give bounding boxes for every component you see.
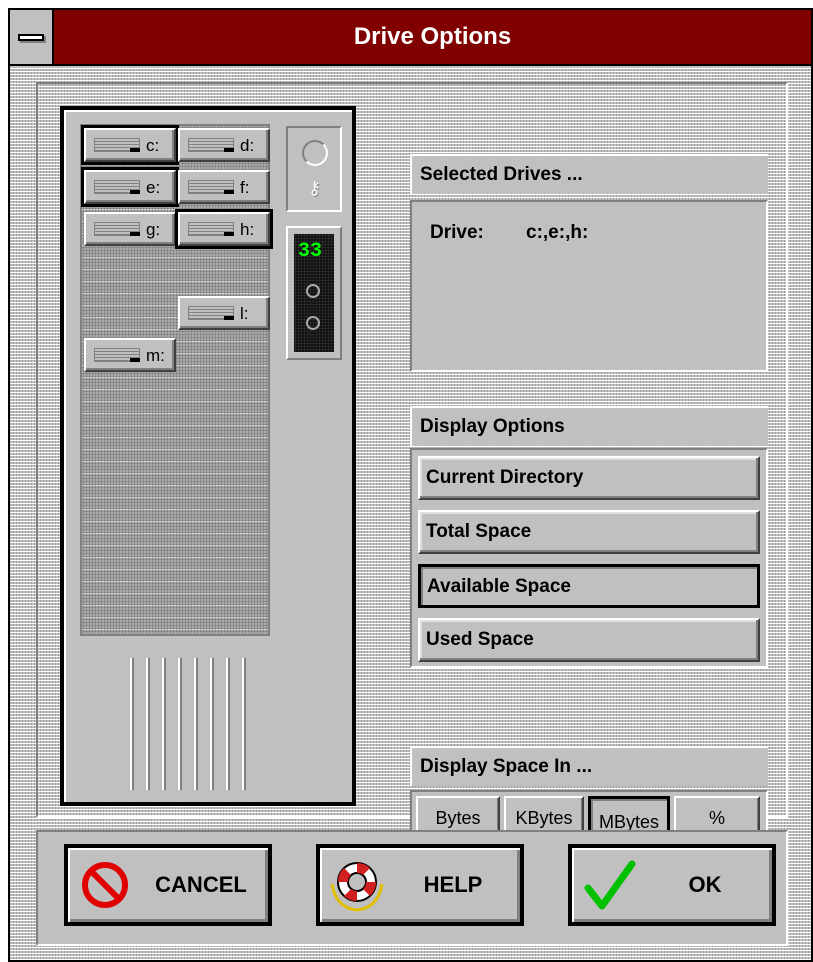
action-bar: CANCEL HELP OK <box>36 830 788 946</box>
drive-slot-icon <box>188 138 234 152</box>
drive-button-g[interactable]: g: <box>84 212 176 246</box>
drive-selector-panel: c: d: e: f: g: h: l: m: ⚷ 33 <box>60 106 356 806</box>
drive-label: l: <box>240 304 249 323</box>
help-label: HELP <box>423 872 483 897</box>
drive-field-label: Drive: <box>430 222 484 243</box>
counter-display: 33 <box>294 234 334 352</box>
used-space-button[interactable]: Used Space <box>418 618 760 662</box>
drive-button-e[interactable]: e: <box>81 167 179 207</box>
drive-button-c[interactable]: c: <box>81 125 179 165</box>
drive-slot-icon <box>188 222 234 236</box>
counter-value: 33 <box>298 240 323 263</box>
power-led-icon <box>302 140 328 166</box>
status-indicator: ⚷ <box>286 126 342 212</box>
indicator-dot-icon <box>306 284 320 298</box>
drive-button-f[interactable]: f: <box>178 170 270 204</box>
drive-label: m: <box>146 346 165 365</box>
drive-slot-icon <box>94 348 140 362</box>
lock-key-icon: ⚷ <box>308 178 322 198</box>
indicator-dot-icon <box>306 316 320 330</box>
ok-label: OK <box>688 872 722 897</box>
checkmark-icon <box>580 854 638 916</box>
drive-counter: 33 <box>286 226 342 360</box>
drive-button-m[interactable]: m: <box>84 338 176 372</box>
display-options-title: Display Options <box>410 406 768 446</box>
cancel-button[interactable]: CANCEL <box>64 844 272 926</box>
vent-grille <box>126 658 246 790</box>
drive-bay: c: d: e: f: g: h: l: m: <box>80 124 273 636</box>
display-space-title: Display Space In ... <box>410 746 768 786</box>
available-space-button[interactable]: Available Space <box>418 564 760 608</box>
ok-button[interactable]: OK <box>568 844 776 926</box>
drive-label: e: <box>146 178 161 197</box>
display-options-group: Current Directory Total Space Available … <box>410 448 768 668</box>
drive-label: d: <box>240 136 255 155</box>
drive-slot-icon <box>94 138 140 152</box>
drive-slot-icon <box>94 180 140 194</box>
life-preserver-icon <box>328 854 386 916</box>
cancel-label: CANCEL <box>155 872 247 897</box>
selected-drives-box: Drive: c:,e:,h: <box>410 200 768 372</box>
drive-label: f: <box>240 178 250 197</box>
window-title: Drive Options <box>353 23 512 50</box>
drive-button-h[interactable]: h: <box>175 209 273 249</box>
drive-slot-icon <box>188 306 234 320</box>
selected-drives-value: c:,e:,h: <box>526 222 589 243</box>
drive-button-l[interactable]: l: <box>178 296 270 330</box>
drive-options-window: Drive Options c: d: e: f: g: h: l: m: ⚷ … <box>8 8 813 962</box>
drive-button-d[interactable]: d: <box>178 128 270 162</box>
drive-label: h: <box>240 220 255 239</box>
selected-drives-title: Selected Drives ... <box>410 154 768 194</box>
no-entry-icon <box>76 854 134 916</box>
system-menu-icon <box>18 34 44 41</box>
drive-label: c: <box>146 136 160 155</box>
drive-label: g: <box>146 220 161 239</box>
system-menu-button[interactable] <box>10 10 54 64</box>
dialog-client-area: c: d: e: f: g: h: l: m: ⚷ 33 Selected Dr… <box>10 68 811 960</box>
title-bar: Drive Options <box>10 10 811 66</box>
total-space-button[interactable]: Total Space <box>418 510 760 554</box>
current-directory-button[interactable]: Current Directory <box>418 456 760 500</box>
help-button[interactable]: HELP <box>316 844 524 926</box>
drive-slot-icon <box>94 222 140 236</box>
drive-slot-icon <box>188 180 234 194</box>
